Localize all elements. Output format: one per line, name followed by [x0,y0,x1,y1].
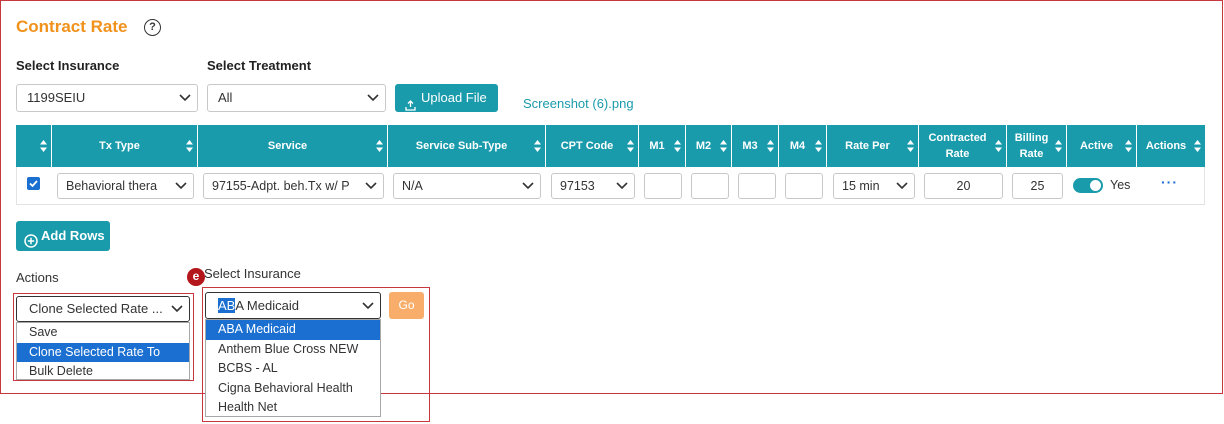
upload-file-label: Upload File [421,90,487,105]
page-title: Contract Rate [16,17,128,36]
more-actions-icon[interactable]: ··· [1161,174,1178,190]
chevron-down-icon [616,182,628,190]
col-actions[interactable]: Actions [1137,125,1205,167]
insurance-option[interactable]: Anthem Blue Cross NEW [206,340,380,360]
sort-icon [995,140,1002,152]
chevron-down-icon [175,182,187,190]
clone-insurance-dropdown-list: ABA Medicaid Anthem Blue Cross NEW BCBS … [205,319,381,417]
actions-option-clone[interactable]: Clone Selected Rate To [17,342,189,362]
actions-label: Actions [16,270,59,285]
sort-icon [40,140,47,152]
insurance-option[interactable]: Health Net [206,398,380,418]
typed-search-text: AB [218,298,236,313]
col-active[interactable]: Active [1067,125,1137,167]
clone-insurance-label: Select Insurance [204,266,301,281]
insurance-option[interactable]: BCBS - AL [206,359,380,379]
col-tx-type[interactable]: Tx Type [52,125,198,167]
sort-icon [534,140,541,152]
actions-option-save[interactable]: Save [17,323,189,343]
chevron-down-icon [362,301,374,310]
add-rows-button[interactable]: Add Rows [16,221,110,251]
insurance-option[interactable]: Cigna Behavioral Health [206,379,380,399]
actions-select[interactable]: Clone Selected Rate ... [16,296,190,322]
chevron-down-icon [171,305,183,313]
row-checkbox[interactable] [27,177,40,190]
cpt-code-select[interactable]: 97153 [551,173,635,199]
sort-icon [720,140,727,152]
select-insurance-label: Select Insurance [16,58,120,73]
m3-input[interactable] [738,173,776,199]
upload-file-button[interactable]: Upload File [395,84,498,112]
help-icon[interactable]: ? [144,19,161,36]
insurance-select-value: 1199SEIU [27,90,86,105]
col-m1[interactable]: M1 [639,125,686,167]
actions-option-bulk-delete[interactable]: Bulk Delete [17,362,189,382]
clone-insurance-select[interactable]: ABA Medicaid [205,292,381,319]
col-cpt-code[interactable]: CPT Code [546,125,639,167]
col-m3[interactable]: M3 [732,125,779,167]
step-marker: e [187,268,205,286]
chevron-down-icon [367,94,379,102]
sort-icon [1125,140,1132,152]
billing-rate-input[interactable]: 25 [1012,173,1063,199]
col-rate-per[interactable]: Rate Per [827,125,919,167]
treatment-select[interactable]: All [207,84,386,112]
actions-dropdown-list: Save Clone Selected Rate To Bulk Delete [16,322,190,380]
table-row: Behavioral thera 97155-Adpt. beh.Tx w/ P… [16,167,1205,205]
plus-circle-icon [24,229,38,248]
chevron-down-icon [365,182,377,190]
rate-per-select[interactable]: 15 min [833,173,915,199]
upload-icon [405,93,416,111]
tx-type-select[interactable]: Behavioral thera [57,173,194,199]
m1-input[interactable] [644,173,682,199]
col-contracted-rate[interactable]: Contracted Rate [919,125,1007,167]
col-m4[interactable]: M4 [779,125,827,167]
sort-icon [674,140,681,152]
go-button[interactable]: Go [389,292,424,319]
col-billing-rate[interactable]: Billing Rate [1007,125,1067,167]
chevron-down-icon [179,94,191,102]
chevron-down-icon [522,182,534,190]
insurance-option[interactable]: ABA Medicaid [206,320,380,340]
col-m2[interactable]: M2 [686,125,732,167]
col-service[interactable]: Service [198,125,388,167]
sort-icon [376,140,383,152]
insurance-select[interactable]: 1199SEIU [16,84,198,112]
sort-icon [1055,140,1062,152]
add-rows-label: Add Rows [41,228,105,243]
active-toggle-label: Yes [1110,178,1131,192]
service-sub-type-select[interactable]: N/A [393,173,541,199]
rates-table-header: Tx Type Service Service Sub-Type CPT Cod… [16,125,1205,167]
sort-icon [815,140,822,152]
m2-input[interactable] [691,173,729,199]
sort-icon [907,140,914,152]
service-select[interactable]: 97155-Adpt. beh.Tx w/ P [203,173,384,199]
select-treatment-label: Select Treatment [207,58,312,73]
chevron-down-icon [896,182,908,190]
sort-icon [767,140,774,152]
col-service-sub-type[interactable]: Service Sub-Type [388,125,546,167]
treatment-select-value: All [218,90,233,105]
active-toggle[interactable] [1073,178,1103,193]
m4-input[interactable] [785,173,823,199]
actions-select-value: Clone Selected Rate ... [29,301,163,316]
contracted-rate-input[interactable]: 20 [924,173,1003,199]
clone-insurance-value: A Medicaid [235,298,299,313]
sort-icon [1194,140,1201,152]
sort-icon [627,140,634,152]
uploaded-file-name: Screenshot (6).png [523,96,634,111]
sort-icon [186,140,193,152]
col-select-all[interactable] [16,125,52,167]
